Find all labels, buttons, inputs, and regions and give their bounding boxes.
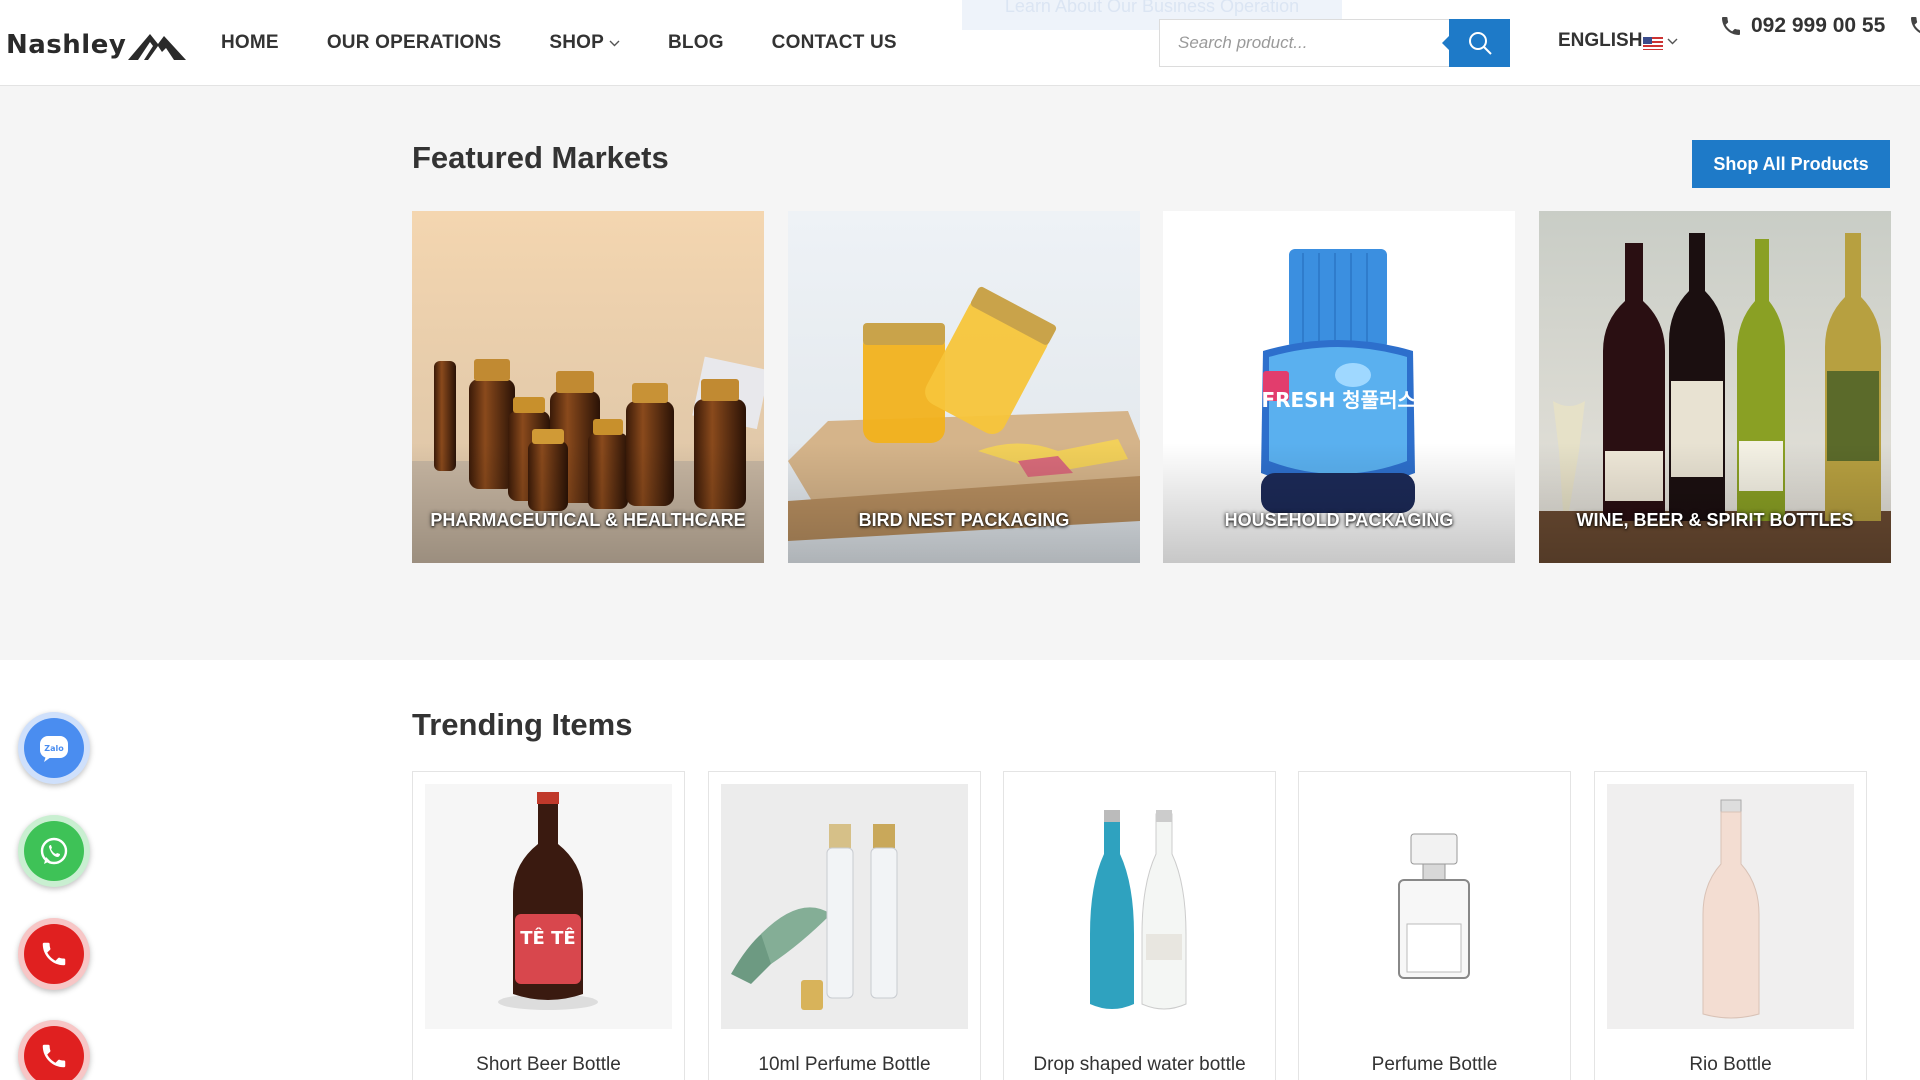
- whatsapp-button[interactable]: [18, 815, 90, 887]
- search-input[interactable]: [1159, 19, 1449, 67]
- trending-items-title: Trending Items: [412, 707, 633, 742]
- product-name[interactable]: Short Beer Bottle: [413, 1054, 684, 1076]
- site-header: Nashley HOME OUR OPERATIONS SHOP BLOG CO…: [0, 0, 1920, 86]
- product-brand-text: Mr.FRESH 청풀러스+향: [1227, 388, 1452, 412]
- label-shade: [1539, 443, 1891, 563]
- product-image: [1607, 784, 1854, 1029]
- mountain-logo-icon: [128, 34, 187, 60]
- market-card-bird-nest[interactable]: BIRD NEST PACKAGING: [788, 211, 1140, 563]
- main-nav: HOME OUR OPERATIONS SHOP BLOG CONTACT US: [221, 0, 945, 86]
- nav-blog[interactable]: BLOG: [668, 32, 724, 54]
- nav-home-label: HOME: [221, 32, 279, 53]
- featured-markets-title: Featured Markets: [412, 140, 669, 175]
- whatsapp-icon: [24, 821, 84, 881]
- product-name[interactable]: Rio Bottle: [1595, 1054, 1866, 1076]
- market-card-household[interactable]: Mr.FRESH 청풀러스+향 HOUSEHOLD PACKAGING: [1163, 211, 1515, 563]
- nav-shop[interactable]: SHOP: [549, 32, 620, 54]
- nav-home[interactable]: HOME: [221, 32, 279, 54]
- nav-blog-label: BLOG: [667, 32, 724, 53]
- label-shade: [412, 443, 764, 563]
- market-label: BIRD NEST PACKAGING: [858, 510, 1070, 530]
- us-flag-icon: [1643, 36, 1664, 50]
- market-label: WINE, BEER & SPIRIT BOTTLES: [1576, 510, 1854, 530]
- language-selector[interactable]: ENGLISH: [1558, 30, 1678, 52]
- language-label: ENGLISH: [1558, 30, 1643, 51]
- product-card[interactable]: 10ml Perfume Bottle: [708, 771, 981, 1080]
- zalo-text: Zalo: [44, 744, 64, 753]
- market-label: HOUSEHOLD PACKAGING: [1224, 510, 1454, 530]
- product-card[interactable]: Drop shaped water bottle: [1003, 771, 1276, 1080]
- header-phone[interactable]: 092 999 00 55: [1719, 14, 1885, 38]
- chevron-down-icon: [609, 40, 620, 46]
- nav-our-operations-label: OUR OPERATIONS: [326, 32, 502, 53]
- zalo-button[interactable]: Zalo: [18, 712, 90, 784]
- product-card[interactable]: Perfume Bottle: [1298, 771, 1571, 1080]
- product-image: TÊ TÊ: [425, 784, 672, 1029]
- perfume-bottle-image: [1311, 784, 1558, 1029]
- perfume-vials-image: [721, 784, 968, 1029]
- rio-bottle-image: [1607, 784, 1854, 1029]
- call-button[interactable]: [18, 918, 90, 990]
- phone-number: 092 999 00 55: [1751, 14, 1886, 37]
- zalo-icon: Zalo: [24, 718, 84, 778]
- label-shade: [788, 443, 1140, 563]
- product-card[interactable]: Rio Bottle: [1594, 771, 1867, 1080]
- market-card-wine-beer-spirit[interactable]: WINE, BEER & SPIRIT BOTTLES: [1539, 211, 1891, 563]
- label-shade: [1163, 443, 1515, 563]
- chevron-down-icon: [1667, 38, 1678, 44]
- nav-shop-label: SHOP: [549, 32, 604, 53]
- nav-contact-us-label: CONTACT US: [771, 32, 897, 53]
- phone-icon: [24, 924, 84, 984]
- product-name[interactable]: 10ml Perfume Bottle: [709, 1054, 980, 1076]
- nav-our-operations[interactable]: OUR OPERATIONS: [327, 32, 502, 54]
- product-image: [1016, 784, 1263, 1029]
- phone-icon[interactable]: [1908, 14, 1920, 38]
- water-bottles-image: [1016, 784, 1263, 1029]
- product-card[interactable]: TÊ TÊ Short Beer Bottle: [412, 771, 685, 1080]
- site-logo[interactable]: Nashley: [6, 26, 187, 64]
- product-image: [721, 784, 968, 1029]
- product-search: [1159, 19, 1510, 67]
- phone-icon: [1722, 17, 1740, 35]
- nav-contact-us[interactable]: CONTACT US: [772, 32, 897, 54]
- promo-tab-label: Learn About Our Business Operation: [1004, 0, 1300, 16]
- search-button[interactable]: [1442, 19, 1510, 67]
- product-image: [1311, 784, 1558, 1029]
- beer-label-text: TÊ TÊ: [520, 927, 575, 949]
- market-card-pharmaceutical[interactable]: PHARMACEUTICAL & HEALTHCARE: [412, 211, 764, 563]
- beer-bottle-image: TÊ TÊ: [425, 784, 672, 1029]
- product-name[interactable]: Drop shaped water bottle: [1004, 1054, 1275, 1076]
- search-icon: [1468, 32, 1492, 55]
- shop-all-products-button[interactable]: Shop All Products: [1692, 140, 1890, 188]
- phone-icon: [24, 1026, 84, 1080]
- market-label: PHARMACEUTICAL & HEALTHCARE: [430, 510, 746, 530]
- logo-text: Nashley: [6, 30, 127, 60]
- product-name[interactable]: Perfume Bottle: [1299, 1054, 1570, 1076]
